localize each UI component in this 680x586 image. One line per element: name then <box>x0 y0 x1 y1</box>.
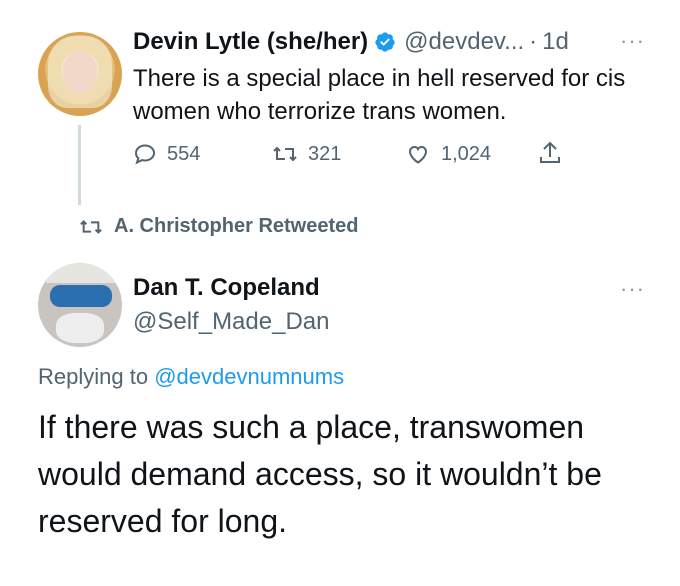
tweet-text: If there was such a place, transwomen wo… <box>38 409 602 539</box>
verified-badge-icon <box>375 32 395 52</box>
share-button[interactable] <box>538 140 572 166</box>
like-button[interactable]: 1,024 <box>405 142 491 166</box>
author-name[interactable]: Devin Lytle (she/her) <box>133 28 368 56</box>
reply-count: 554 <box>167 142 201 165</box>
like-count: 1,024 <box>441 142 492 165</box>
author-avatar[interactable] <box>38 32 122 116</box>
tweet-header: Devin Lytle (she/her) @devdev... · 1d <box>133 28 569 56</box>
tweet-time[interactable]: 1d <box>542 28 569 56</box>
avatar-beard <box>56 313 104 343</box>
replying-to-label: Replying to <box>38 364 149 389</box>
avatar-cap <box>46 263 116 283</box>
author-handle[interactable]: @devdev... <box>404 28 524 56</box>
retweeted-by-text[interactable]: A. Christopher Retweeted <box>114 215 358 238</box>
heart-icon <box>408 145 428 164</box>
more-options-icon[interactable]: ··· <box>620 28 645 54</box>
share-icon <box>540 141 560 163</box>
replying-to-mention[interactable]: @devdevnumnums <box>154 364 344 389</box>
replying-to-line: Replying to @devdevnumnums <box>38 364 344 390</box>
retweeted-banner: A. Christopher Retweeted <box>78 215 358 238</box>
retweet-icon <box>273 146 297 162</box>
reply-button[interactable]: 554 <box>133 142 200 166</box>
thread-connector-line <box>78 125 81 205</box>
avatar-sunglasses <box>50 285 112 307</box>
avatar-face <box>63 50 97 94</box>
author-avatar[interactable] <box>38 263 122 347</box>
author-name[interactable]: Dan T. Copeland <box>133 274 320 302</box>
separator-dot: · <box>529 28 538 55</box>
retweet-icon <box>80 219 102 234</box>
author-handle[interactable]: @Self_Made_Dan <box>133 308 329 336</box>
reply-icon <box>134 144 156 165</box>
retweet-count: 321 <box>308 142 342 165</box>
retweet-button[interactable]: 321 <box>272 142 341 166</box>
more-options-icon[interactable]: ··· <box>620 276 645 302</box>
tweet-text: There is a special place in hell reserve… <box>133 65 626 125</box>
